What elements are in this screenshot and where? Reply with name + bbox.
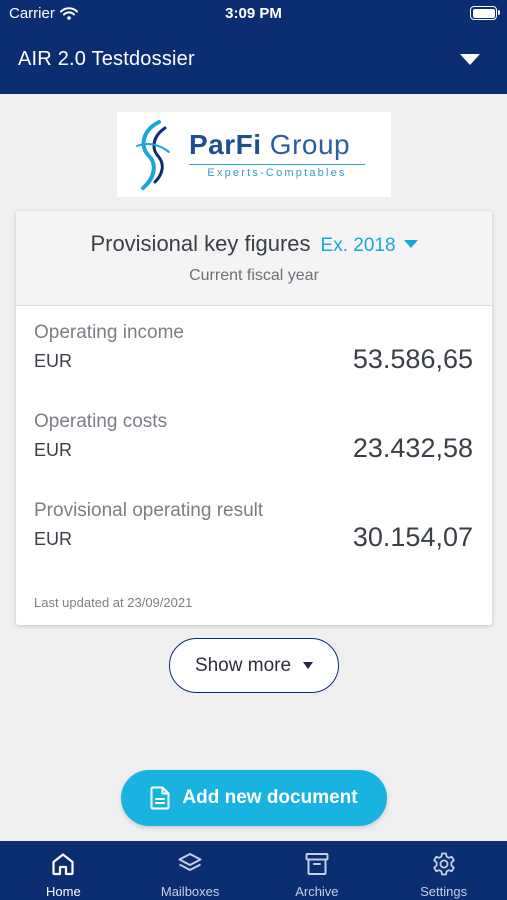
caret-down-icon [303, 662, 314, 669]
metric-operating-income: Operating income EUR 53.586,65 [16, 322, 492, 392]
battery-icon [470, 6, 500, 20]
document-icon [150, 786, 170, 810]
show-more-label: Show more [194, 654, 292, 676]
metric-value: 53.586,65 [352, 344, 473, 374]
metric-operating-result: Provisional operating result EUR 30.154,… [16, 500, 492, 570]
dossier-title: AIR 2.0 Testdossier [18, 48, 195, 70]
logo-wordmark: ParFi Group [189, 129, 351, 160]
logo-swirl-icon [136, 120, 170, 190]
status-time: 3:09 PM [225, 5, 282, 22]
gear-icon [432, 852, 455, 876]
add-document-button[interactable]: Add new document [121, 770, 387, 826]
tab-label: Home [46, 884, 81, 899]
tab-home[interactable]: Home [0, 841, 127, 900]
metric-value: 23.432,58 [352, 433, 473, 463]
fiscal-year-selector[interactable]: Ex. 2018 [321, 235, 418, 257]
key-figures-header: Provisional key figures Ex. 2018 Current… [16, 211, 492, 306]
key-figures-subtitle: Current fiscal year [189, 267, 319, 284]
metric-label: Provisional operating result [34, 500, 264, 521]
archive-box-icon [305, 853, 329, 875]
tab-label: Mailboxes [160, 884, 220, 899]
layers-icon [178, 853, 202, 871]
logo-tagline: Experts-Comptables [207, 167, 347, 179]
show-more-button[interactable]: Show more [169, 638, 339, 693]
metric-unit: EUR [34, 440, 73, 460]
metric-value: 30.154,07 [352, 522, 473, 552]
year-caret-icon [403, 240, 418, 248]
metric-unit: EUR [34, 529, 73, 549]
company-logo: ParFi Group Experts-Comptables [117, 112, 391, 197]
dropdown-caret-icon[interactable] [460, 54, 480, 65]
home-icon [52, 853, 74, 876]
tab-archive[interactable]: Archive [254, 841, 381, 900]
tab-label: Settings [420, 884, 468, 899]
metric-label: Operating costs [34, 411, 168, 432]
dossier-selector[interactable]: AIR 2.0 Testdossier [0, 40, 507, 80]
logo-divider [189, 164, 365, 165]
tab-label: Archive [295, 884, 339, 899]
key-figures-card: Provisional key figures Ex. 2018 Current… [16, 211, 492, 625]
tab-mailboxes[interactable]: Mailboxes [127, 841, 254, 900]
key-figures-title: Provisional key figures [90, 231, 311, 256]
app-header: Carrier 3:09 PM AIR 2.0 Testdossier [0, 0, 507, 94]
bottom-tab-bar: Home Mailboxes Archive Settings [0, 841, 507, 900]
metric-label: Operating income [34, 322, 184, 343]
tab-settings[interactable]: Settings [380, 841, 507, 900]
status-bar: Carrier 3:09 PM [0, 0, 507, 28]
metric-unit: EUR [34, 351, 73, 371]
add-document-label: Add new document [182, 787, 358, 808]
metric-operating-costs: Operating costs EUR 23.432,58 [16, 411, 492, 481]
last-updated-text: Last updated at 23/09/2021 [34, 595, 193, 610]
